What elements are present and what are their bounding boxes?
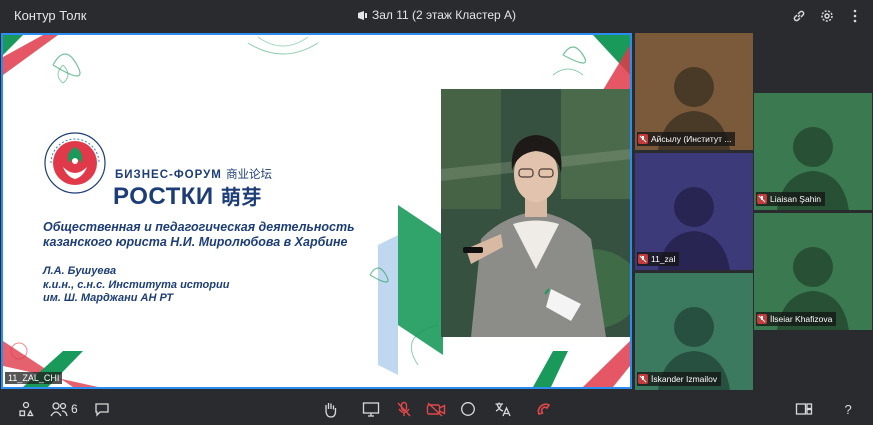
room-title: Зал 11 (2 этаж Кластер А) bbox=[371, 8, 517, 22]
background-button[interactable] bbox=[460, 400, 476, 418]
participant-name-label: Liaisan Şahin bbox=[756, 192, 826, 206]
share-screen-button[interactable] bbox=[362, 400, 380, 418]
layout-button[interactable] bbox=[795, 400, 813, 418]
leave-call-button[interactable] bbox=[535, 400, 553, 418]
talk-author: Л.А. Бушуева к.и.н., с.н.с. Института ис… bbox=[43, 265, 343, 306]
participant-name-label: 11_zal bbox=[637, 252, 680, 266]
participant-name-label: İlseiar Khafizova bbox=[756, 312, 837, 326]
hang-up-icon bbox=[537, 403, 551, 415]
chat-button[interactable] bbox=[94, 400, 110, 418]
participant-name-label: İskander Izmailov bbox=[637, 372, 722, 386]
room-icon bbox=[357, 10, 368, 24]
background-effects-icon bbox=[461, 402, 475, 416]
participant-tile[interactable]: Айсылу (Институт ... bbox=[635, 33, 753, 150]
participant-name: İlseiar Khafizova bbox=[770, 314, 833, 324]
forum-brand-title: РОСТКИ 萌芽 bbox=[113, 181, 262, 211]
speaker-video bbox=[441, 89, 630, 337]
talk-title: Общественная и педагогическая деятельнос… bbox=[43, 220, 423, 250]
talk-title-line-1: Общественная и педагогическая деятельнос… bbox=[43, 220, 355, 234]
help-button[interactable]: ? bbox=[840, 400, 856, 418]
copy-link-icon[interactable] bbox=[791, 6, 807, 26]
shapes-icon bbox=[19, 401, 34, 417]
microphone-off-icon bbox=[397, 401, 411, 416]
settings-icon[interactable] bbox=[819, 6, 835, 26]
forum-brand-small-ru: БИЗНЕС-ФОРУМ bbox=[115, 169, 222, 181]
microphone-button[interactable] bbox=[396, 400, 412, 418]
forum-brand-small-cn: 商业论坛 bbox=[226, 169, 273, 181]
stage-participant-label: 11_ZAL_CHI bbox=[5, 372, 63, 384]
participants-icon bbox=[50, 402, 68, 417]
mic-muted-icon bbox=[638, 134, 648, 144]
camera-button[interactable] bbox=[426, 400, 446, 418]
slide-ornament-top-center bbox=[247, 36, 319, 55]
participant-name: Liaisan Şahin bbox=[770, 194, 822, 204]
participant-tile[interactable]: Liaisan Şahin bbox=[754, 93, 872, 210]
svg-text:?: ? bbox=[845, 402, 852, 417]
author-institute: им. Ш. Марджани АН РТ bbox=[43, 292, 174, 304]
slide-ornament-top-right bbox=[552, 35, 630, 90]
participants-count: 6 bbox=[71, 402, 78, 416]
slide-ornament-bottom-right bbox=[533, 341, 630, 387]
participant-name: 11_zal bbox=[651, 254, 676, 264]
mic-muted-icon bbox=[638, 374, 648, 384]
camera-off-icon bbox=[426, 402, 446, 417]
more-options-icon[interactable] bbox=[847, 6, 863, 26]
screen-share-stage[interactable]: БИЗНЕС-ФОРУМ 商业论坛 РОСТКИ 萌芽 Общественная… bbox=[1, 33, 632, 389]
forum-logo-emblem bbox=[44, 132, 106, 194]
mic-muted-icon bbox=[638, 254, 648, 264]
layout-icon bbox=[795, 403, 813, 415]
slide-ornament-top-left bbox=[3, 35, 81, 84]
mic-muted-icon bbox=[757, 194, 767, 204]
forum-brand-big-ru: РОСТКИ bbox=[113, 183, 214, 210]
raise-hand-icon bbox=[325, 402, 337, 418]
translate-icon bbox=[495, 402, 511, 417]
participants-button[interactable]: 6 bbox=[50, 400, 78, 418]
top-bar: Контур Толк Зал 11 (2 этаж Кластер А) bbox=[0, 0, 873, 32]
participant-tile[interactable]: İskander Izmailov bbox=[635, 273, 753, 390]
room-title-container: Зал 11 (2 этаж Кластер А) bbox=[0, 8, 873, 24]
participant-tile[interactable]: 11_zal bbox=[635, 153, 753, 270]
raise-hand-button[interactable] bbox=[322, 400, 338, 418]
participant-tile[interactable]: İlseiar Khafizova bbox=[754, 213, 872, 330]
author-name: Л.А. Бушуева bbox=[43, 265, 117, 277]
forum-brand-subtitle: БИЗНЕС-ФОРУМ 商业论坛 bbox=[115, 166, 272, 182]
screen-share-icon bbox=[362, 402, 380, 417]
forum-brand-big-cn: 萌芽 bbox=[220, 187, 262, 209]
talk-title-line-2: казанского юриста Н.И. Миролюбова в Харб… bbox=[43, 235, 348, 249]
participant-name-label: Айсылу (Институт ... bbox=[637, 132, 736, 146]
participant-name: Айсылу (Институт ... bbox=[651, 134, 732, 144]
bottom-toolbar: 6 ? bbox=[0, 392, 873, 425]
shapes-button[interactable] bbox=[18, 400, 34, 418]
mic-muted-icon bbox=[757, 314, 767, 324]
author-degree: к.и.н., с.н.с. Института истории bbox=[43, 278, 230, 291]
chat-icon bbox=[95, 403, 109, 417]
participant-name: İskander Izmailov bbox=[651, 374, 718, 384]
translate-button[interactable] bbox=[494, 400, 512, 418]
help-icon: ? bbox=[845, 402, 852, 417]
